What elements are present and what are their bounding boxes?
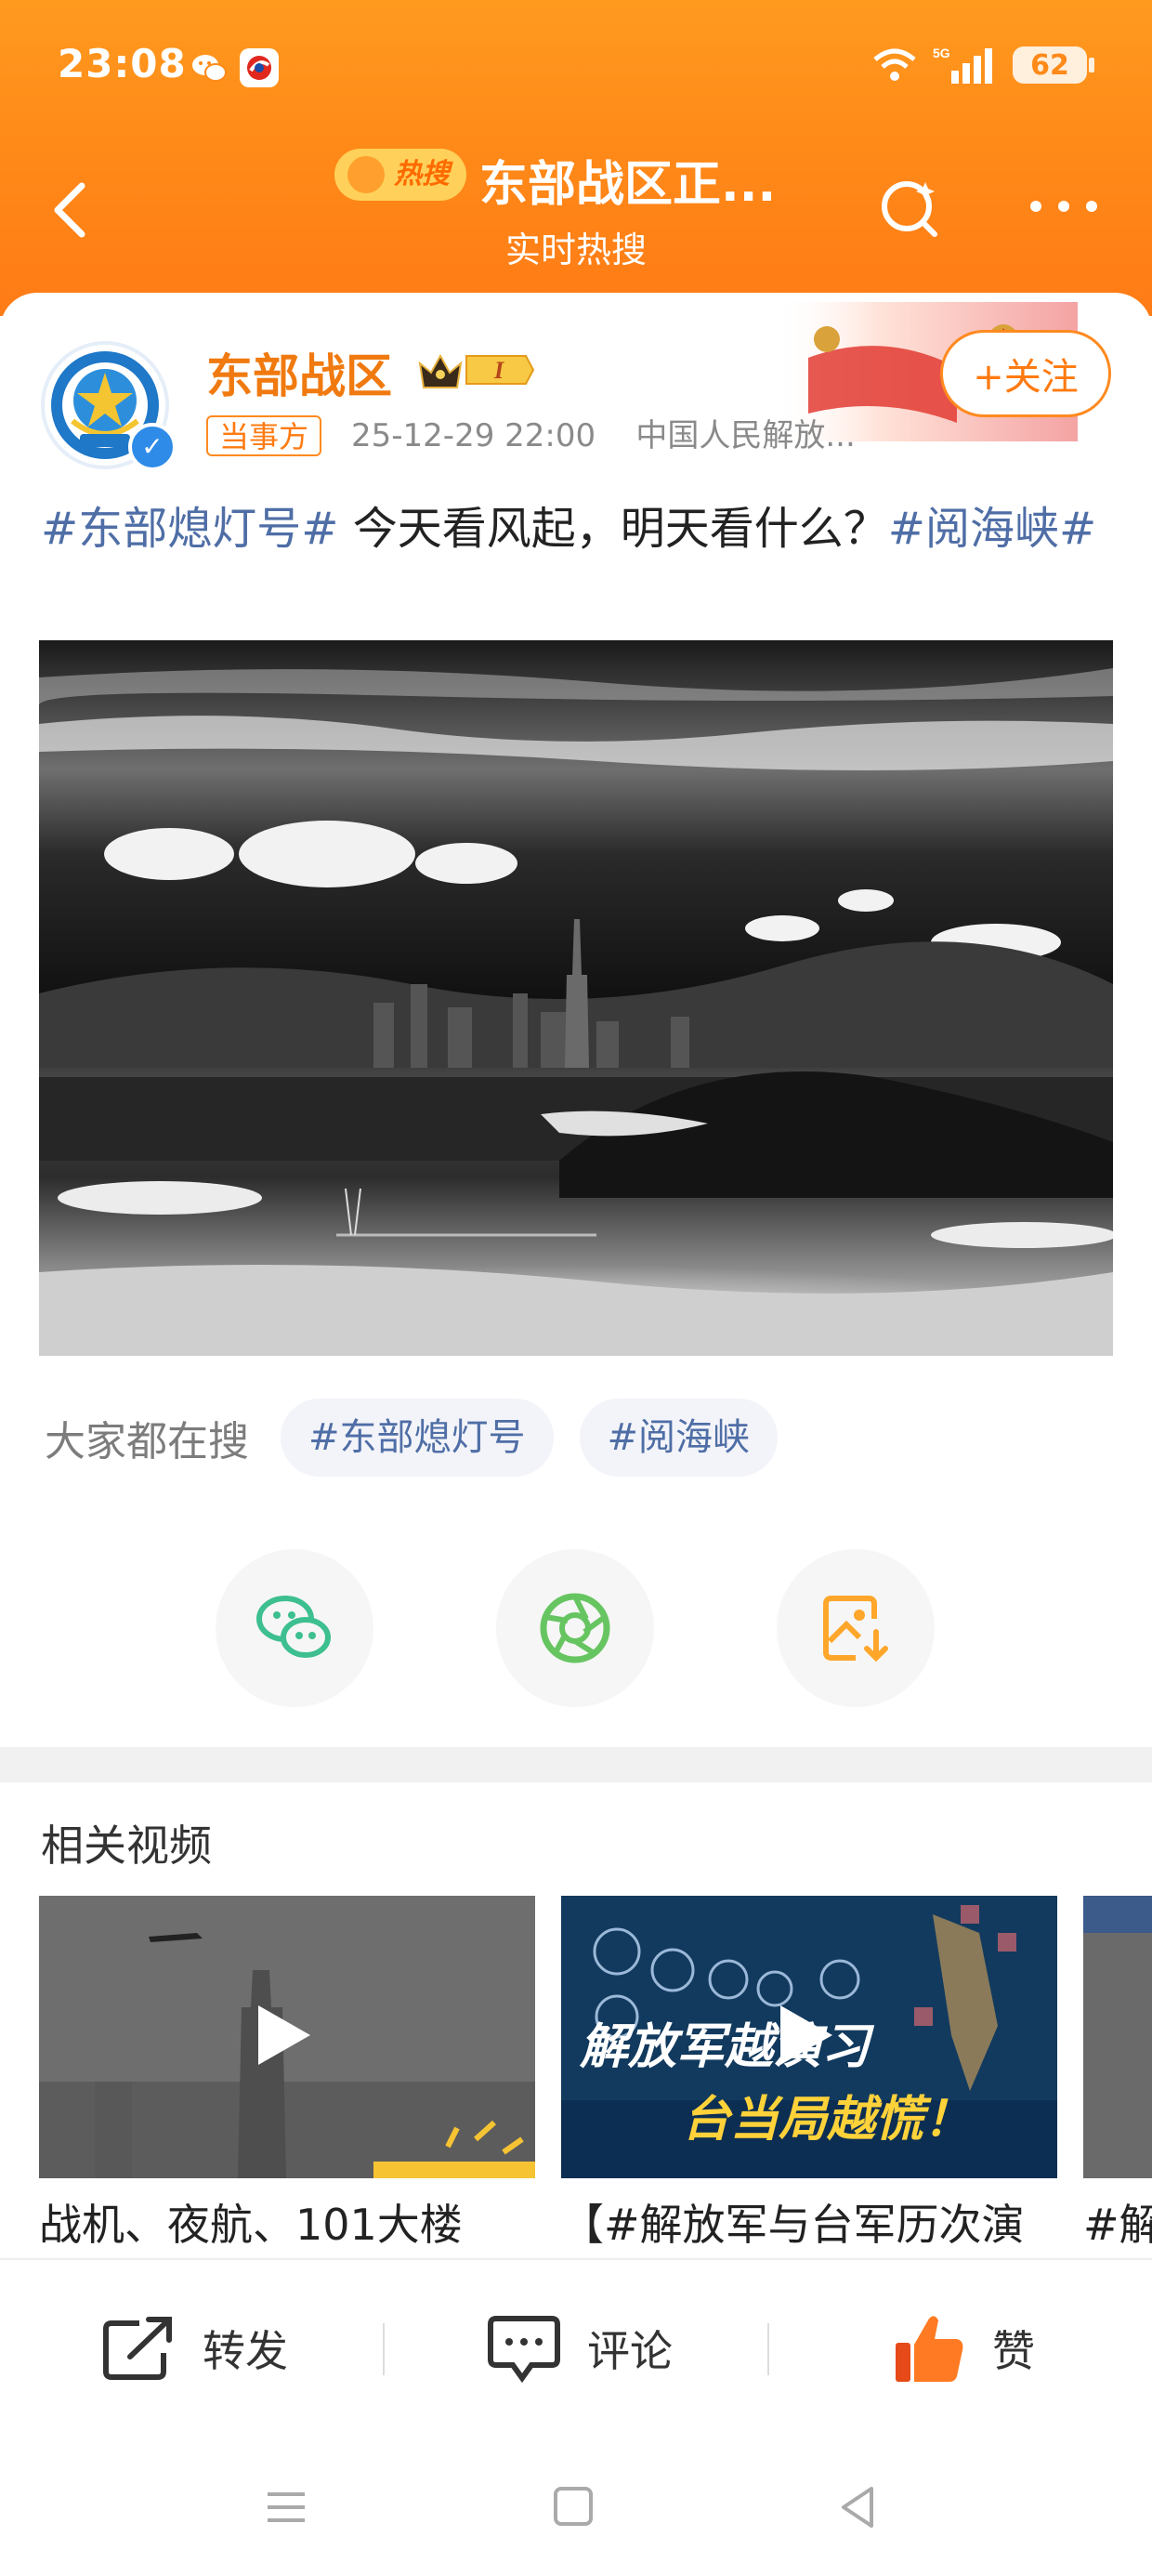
status-indicators: 5G 62 xyxy=(871,41,1094,89)
hot-search-badge: 热搜 xyxy=(334,149,466,201)
signal-icon: 5G xyxy=(933,46,992,84)
play-icon xyxy=(258,2005,310,2065)
video-caption: 战机、夜航、101大楼 xyxy=(39,2200,463,2250)
wechat-notification-icon xyxy=(192,55,227,82)
more-options-button[interactable] xyxy=(1022,169,1106,243)
post-meta: 25-12-29 22:00 中国人民解放... xyxy=(351,415,856,456)
wechat-icon xyxy=(256,1596,331,1658)
author-name[interactable]: 东部战区 xyxy=(206,339,392,406)
comment-icon xyxy=(488,2316,560,2384)
page-subtitle: 实时热搜 xyxy=(504,230,647,270)
back-nav-icon[interactable] xyxy=(831,2481,886,2533)
video-card[interactable]: 解放军越演习 台当局越慌！ 【#解放军与台军历次演 xyxy=(561,1896,1057,2267)
save-image-icon xyxy=(823,1596,888,1663)
status-bar: 23:08 5G 62 xyxy=(0,0,1152,139)
save-image-button[interactable] xyxy=(777,1549,935,1707)
repost-button[interactable]: 转发 xyxy=(102,2260,288,2437)
like-label: 赞 xyxy=(992,2326,1035,2376)
vip-crown-icon: I xyxy=(418,353,535,388)
video-card[interactable]: 战机、夜航、101大楼 xyxy=(39,1896,535,2267)
moments-icon xyxy=(540,1593,610,1663)
nav-bar: 热搜 东部战区正... 实时热搜 xyxy=(0,139,1152,279)
hot-badge-label: 热搜 xyxy=(394,158,450,191)
comment-label: 评论 xyxy=(587,2326,673,2376)
post-action-bar: 转发 评论 赞 xyxy=(0,2258,1152,2437)
search-icon xyxy=(347,156,385,193)
post-card: ✓ 东部战区 I +关注 当事方 25-12-29 22:00 中国人民解放..… xyxy=(0,293,1152,1747)
action-separator xyxy=(767,2323,769,2375)
search-button[interactable] xyxy=(873,169,948,243)
page-title: 东部战区正... xyxy=(479,157,777,213)
section-divider xyxy=(0,1747,1152,1782)
share-wechat-button[interactable] xyxy=(216,1549,373,1707)
comment-button[interactable]: 评论 xyxy=(487,2260,673,2437)
post-timestamp: 25-12-29 22:00 xyxy=(351,417,596,454)
follow-button[interactable]: +关注 xyxy=(940,330,1111,417)
trending-tag[interactable]: #东部熄灯号 xyxy=(281,1399,554,1477)
video-overlay-text: 台当局越慌！ xyxy=(682,2092,972,2148)
battery-level: 62 xyxy=(1030,48,1069,82)
repost-label: 转发 xyxy=(203,2326,288,2376)
menu-icon[interactable] xyxy=(258,2481,314,2533)
topic-link[interactable]: #东部熄灯号# xyxy=(41,503,338,555)
verified-badge-icon: ✓ xyxy=(128,423,177,471)
battery-indicator: 62 xyxy=(1013,46,1094,84)
share-moments-button[interactable] xyxy=(496,1549,654,1707)
status-time: 23:08 xyxy=(58,41,187,86)
video-card[interactable]: #解 xyxy=(1083,1896,1152,2267)
topic-link[interactable]: #阅海峡# xyxy=(888,503,1096,555)
author-level: I xyxy=(493,357,504,384)
repost-icon xyxy=(103,2317,172,2380)
like-button[interactable]: 赞 xyxy=(892,2260,1035,2437)
post-image[interactable] xyxy=(39,640,1113,1356)
action-separator xyxy=(383,2323,385,2375)
related-videos-title: 相关视频 xyxy=(41,1820,212,1871)
video-thumbnail xyxy=(1083,1896,1152,2178)
app-notification-icon xyxy=(240,48,279,87)
video-caption: #解 xyxy=(1083,2200,1152,2250)
video-caption: 【#解放军与台军历次演 xyxy=(561,2200,1025,2250)
post-body: 今天看风起，明天看什么？ xyxy=(338,503,888,555)
trending-tag[interactable]: #阅海峡 xyxy=(579,1399,779,1477)
wifi-icon xyxy=(873,48,916,81)
post-text: #东部熄灯号# 今天看风起，明天看什么？#阅海峡# xyxy=(41,495,1109,562)
post-source: 中国人民解放... xyxy=(635,417,856,454)
network-label: 5G xyxy=(933,46,950,60)
play-icon xyxy=(780,2005,832,2065)
system-navigation-bar xyxy=(0,2435,1152,2576)
trending-search-label: 大家都在搜 xyxy=(45,1418,249,1465)
party-badge: 当事方 xyxy=(206,415,322,456)
thumbs-up-icon xyxy=(896,2316,963,2382)
trending-search-row: 大家都在搜 #东部熄灯号 #阅海峡 xyxy=(45,1399,779,1477)
home-icon[interactable] xyxy=(544,2481,600,2533)
